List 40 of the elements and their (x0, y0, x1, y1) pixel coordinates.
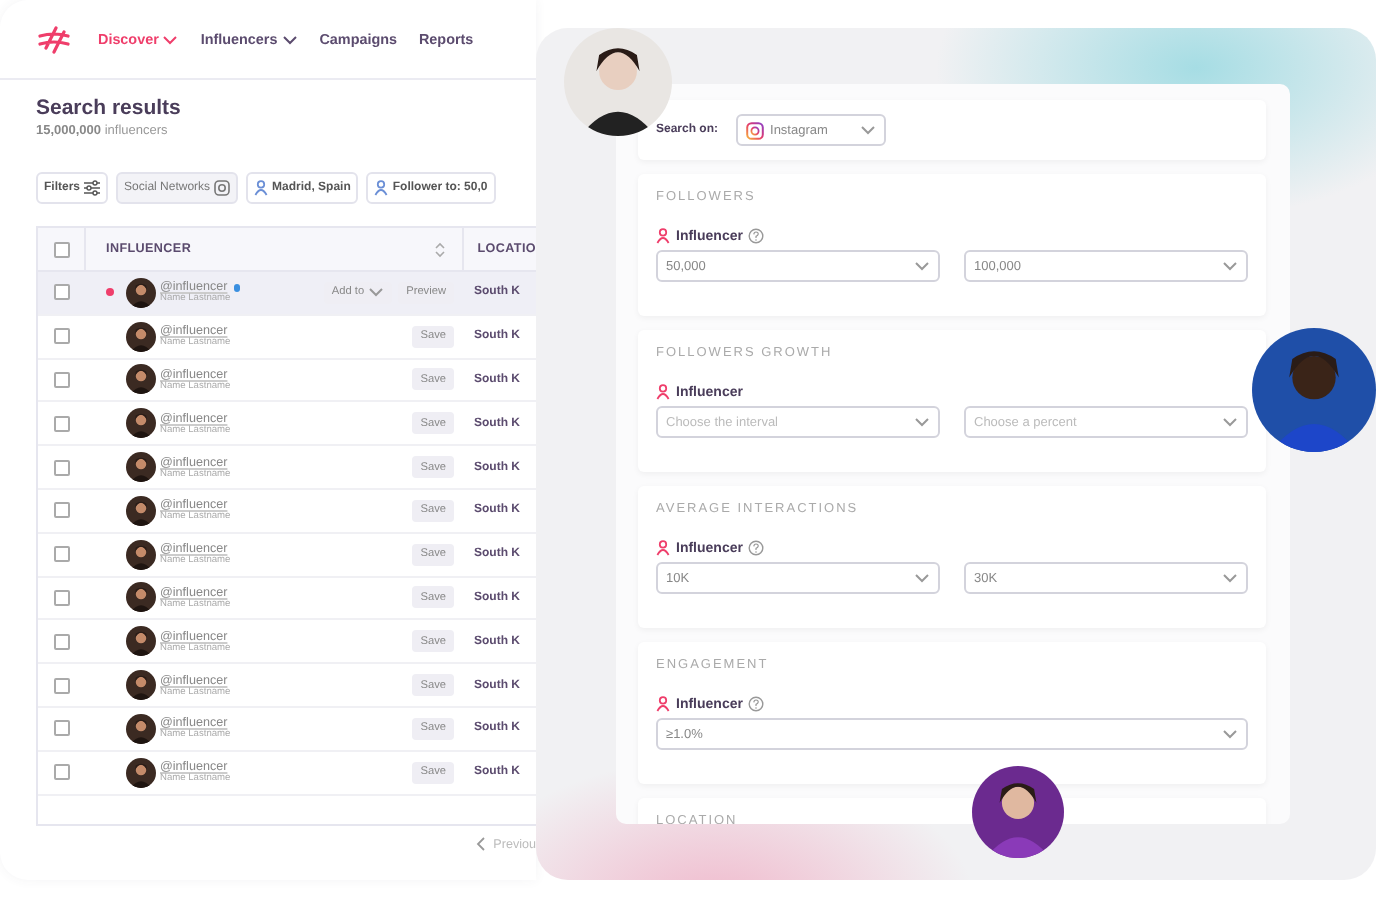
checkbox[interactable] (53, 633, 69, 650)
chevron-down-icon (368, 286, 385, 299)
chevron-down-icon (1222, 260, 1238, 272)
page-title: Search results (36, 96, 183, 120)
chevron-down-icon (860, 124, 877, 136)
logo-icon[interactable] (38, 25, 70, 53)
person-icon (374, 180, 389, 196)
checkbox[interactable] (53, 677, 69, 694)
checkbox[interactable] (53, 415, 69, 432)
person-icon (656, 696, 670, 712)
checkbox[interactable] (53, 720, 69, 737)
checkbox[interactable] (53, 328, 69, 345)
chevron-down-icon (1222, 728, 1238, 740)
camera-icon (214, 180, 231, 196)
checkbox[interactable] (53, 371, 69, 388)
person-icon (656, 540, 670, 556)
chevron-left-icon (475, 836, 486, 852)
chevron-down-icon (281, 33, 298, 45)
checkbox[interactable] (53, 502, 69, 519)
sliders-icon (84, 180, 101, 196)
person-icon (656, 228, 670, 244)
person-icon (254, 180, 269, 196)
chevron-down-icon (914, 260, 930, 272)
checkbox[interactable] (53, 764, 69, 781)
chevron-down-icon (914, 416, 930, 428)
sort-icon[interactable] (433, 241, 446, 257)
checkbox[interactable] (53, 284, 69, 301)
chevron-down-icon (914, 572, 930, 584)
checkbox[interactable] (53, 546, 69, 563)
chevron-down-icon (1222, 572, 1238, 584)
chevron-down-icon (162, 33, 179, 45)
help-icon[interactable] (748, 540, 765, 556)
checkbox[interactable] (53, 459, 69, 476)
help-icon[interactable] (748, 696, 765, 712)
person-icon (656, 384, 670, 400)
checkbox[interactable] (53, 589, 69, 606)
camera-icon (746, 121, 765, 139)
checkbox[interactable] (53, 241, 69, 257)
chevron-down-icon (1222, 416, 1238, 428)
help-icon[interactable] (748, 228, 765, 244)
